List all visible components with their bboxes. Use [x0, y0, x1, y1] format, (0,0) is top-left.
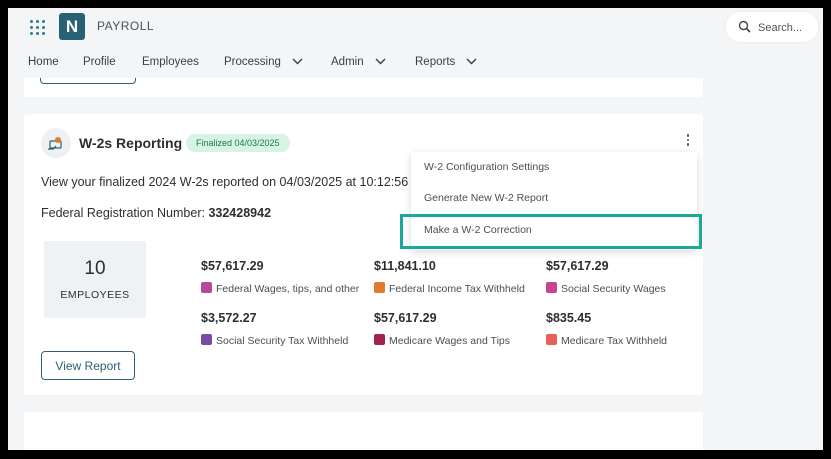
- nav-employees[interactable]: Employees: [142, 56, 199, 68]
- previous-card: [24, 78, 703, 97]
- search-input[interactable]: [756, 18, 820, 38]
- stat-label-row: Social Security Tax Withheld: [201, 334, 348, 347]
- stat-label-row: Social Security Wages: [546, 282, 666, 295]
- legend-swatch: [546, 282, 557, 293]
- app-logo: N: [59, 13, 85, 40]
- stat-label: Social Security Wages: [561, 283, 666, 295]
- nav-home[interactable]: Home: [28, 56, 59, 68]
- menu-item-generate-w2-report[interactable]: Generate New W-2 Report: [424, 192, 548, 204]
- menu-item-w2-configuration[interactable]: W-2 Configuration Settings: [424, 161, 549, 173]
- stat-label: Medicare Wages and Tips: [389, 335, 511, 347]
- stat-amount: $57,617.29: [201, 259, 264, 273]
- employees-label: EMPLOYEES: [60, 289, 130, 301]
- nav-admin-label: Admin: [331, 56, 364, 68]
- stat-federal-wages: $57,617.29 Federal Wages, tips, and othe…: [201, 259, 359, 295]
- stat-label: Social Security Tax Withheld: [216, 335, 349, 347]
- stat-label-row: Medicare Tax Withheld: [546, 334, 667, 347]
- stat-medicare-tax: $835.45 Medicare Tax Withheld: [546, 311, 667, 347]
- stat-amount: $11,841.10: [374, 259, 436, 273]
- nav-profile-label: Profile: [83, 56, 116, 68]
- nav-reports[interactable]: Reports: [415, 56, 477, 68]
- chevron-down-icon: [292, 58, 303, 65]
- search-box[interactable]: [726, 12, 820, 42]
- nav-processing[interactable]: Processing: [224, 56, 303, 68]
- nav-home-label: Home: [28, 56, 59, 68]
- legend-swatch: [374, 334, 385, 345]
- w2-report-icon: [41, 128, 71, 158]
- status-badge: Finalized 04/03/2025: [186, 134, 290, 152]
- employees-count: 10: [84, 258, 106, 279]
- stat-label: Medicare Tax Withheld: [561, 335, 668, 347]
- chevron-down-icon: [466, 58, 477, 65]
- view-report-button[interactable]: View Report: [41, 351, 135, 380]
- more-options-icon[interactable]: [684, 134, 692, 148]
- stat-amount: $57,617.29: [374, 311, 437, 325]
- federal-registration: Federal Registration Number: 332428942: [41, 206, 271, 220]
- legend-swatch: [546, 334, 557, 345]
- stat-social-security-wages: $57,617.29 Social Security Wages: [546, 259, 666, 295]
- stat-label: Federal Income Tax Withheld: [389, 283, 525, 295]
- stat-label: Federal Wages, tips, and other: [216, 283, 360, 295]
- chevron-down-icon: [375, 58, 386, 65]
- stat-federal-income-tax: $11,841.10 Federal Income Tax Withheld: [374, 259, 525, 295]
- nav-admin[interactable]: Admin: [331, 56, 386, 68]
- search-icon: [738, 20, 751, 33]
- legend-swatch: [201, 282, 212, 293]
- stat-medicare-wages: $57,617.29 Medicare Wages and Tips: [374, 311, 510, 347]
- employees-count-box: 10 EMPLOYEES: [44, 241, 146, 318]
- nav-profile[interactable]: Profile: [83, 56, 116, 68]
- nav-processing-label: Processing: [224, 56, 281, 68]
- legend-swatch: [374, 282, 385, 293]
- app-frame: N PAYROLL Home Profile Employees Process…: [8, 8, 823, 450]
- stat-social-security-tax: $3,572.27 Social Security Tax Withheld: [201, 311, 348, 347]
- app-name: PAYROLL: [97, 19, 155, 33]
- stat-label-row: Medicare Wages and Tips: [374, 334, 510, 347]
- card-title: W-2s Reporting: [79, 135, 183, 151]
- stat-amount: $57,617.29: [546, 259, 609, 273]
- legend-swatch: [201, 334, 212, 345]
- fed-reg-label: Federal Registration Number:: [41, 206, 205, 220]
- card-description: View your finalized 2024 W-2s reported o…: [41, 175, 409, 189]
- stat-label-row: Federal Income Tax Withheld: [374, 282, 525, 295]
- fed-reg-value: 332428942: [208, 206, 272, 220]
- nav-reports-label: Reports: [415, 56, 456, 68]
- highlight-box: [400, 214, 702, 249]
- stat-amount: $3,572.27: [201, 311, 257, 325]
- stat-amount: $835.45: [546, 311, 592, 325]
- next-card: [24, 412, 703, 450]
- stat-label-row: Federal Wages, tips, and other: [201, 282, 359, 295]
- nav-employees-label: Employees: [142, 56, 199, 68]
- previous-card-button[interactable]: [40, 78, 136, 84]
- app-launcher-icon[interactable]: [30, 20, 46, 36]
